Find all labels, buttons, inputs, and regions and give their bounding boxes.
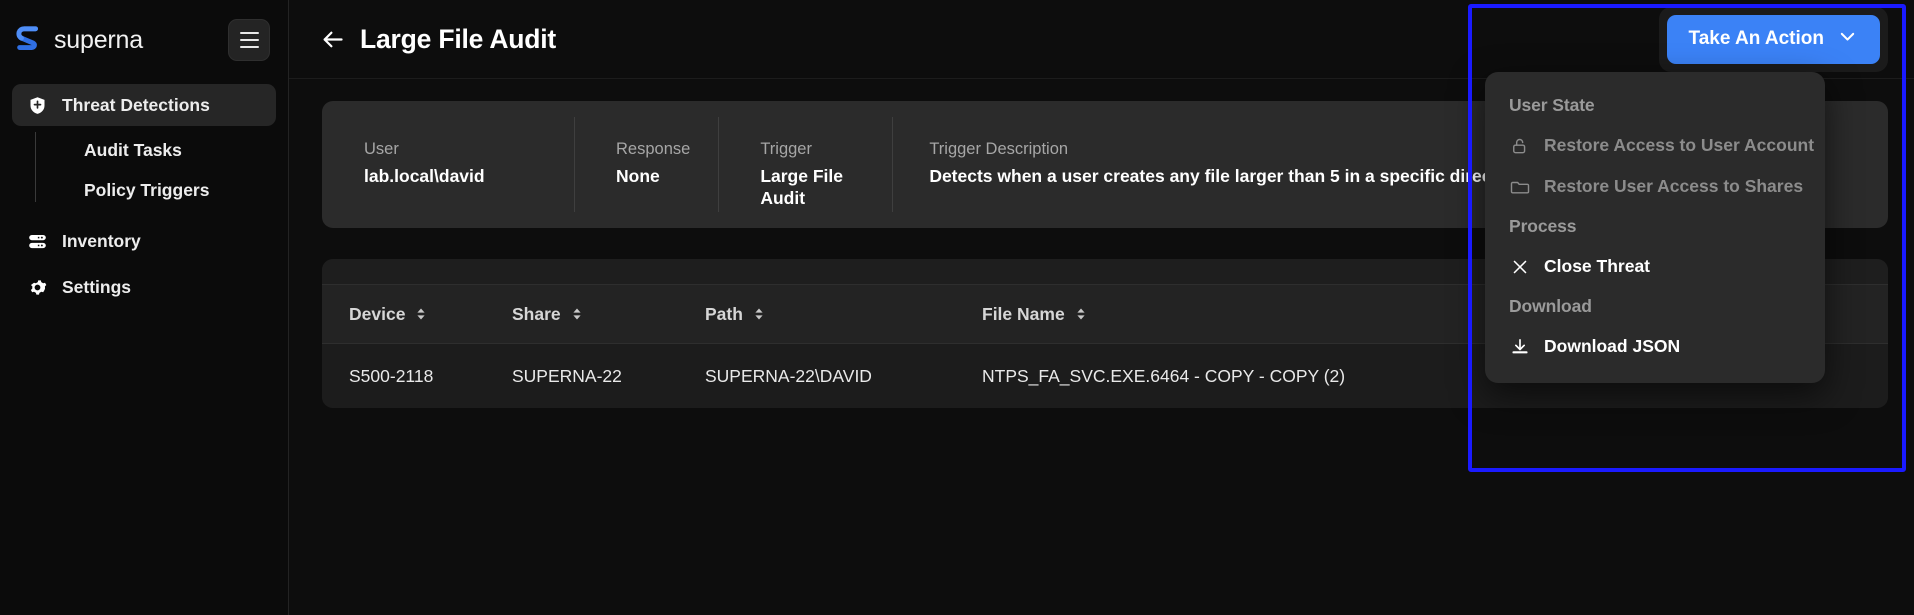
menu-item-restore-access-to-user-account[interactable]: Restore Access to User Account xyxy=(1485,125,1825,166)
sidebar-subitem-label: Audit Tasks xyxy=(84,139,182,160)
chevron-down-icon xyxy=(1837,26,1858,53)
column-header-device[interactable]: Device xyxy=(349,304,512,325)
sort-icon xyxy=(571,307,583,321)
shield-icon xyxy=(26,94,48,116)
column-label: File Name xyxy=(982,303,1065,324)
cell-share: SUPERNA-22 xyxy=(512,365,622,386)
action-button-container: Take An Action xyxy=(1658,6,1888,72)
server-icon xyxy=(26,230,48,252)
field-value: Large File Audit xyxy=(760,166,843,209)
download-icon xyxy=(1509,336,1530,357)
unlock-icon xyxy=(1509,135,1530,156)
summary-field-response: Response None xyxy=(574,101,718,228)
column-header-share[interactable]: Share xyxy=(512,304,705,325)
sidebar-item-policy-triggers[interactable]: Policy Triggers xyxy=(35,170,276,210)
sidebar: superna Threat Detections Audit Tasks Po… xyxy=(0,0,289,615)
take-an-action-button[interactable]: Take An Action xyxy=(1666,14,1880,64)
sort-icon xyxy=(1075,307,1087,321)
superna-logo-icon xyxy=(14,25,44,55)
folder-icon xyxy=(1509,176,1530,197)
brand-name: superna xyxy=(54,25,143,54)
sort-icon xyxy=(753,307,765,321)
sidebar-item-audit-tasks[interactable]: Audit Tasks xyxy=(35,130,276,170)
close-x-icon xyxy=(1509,256,1530,277)
sidebar-nav: Threat Detections Audit Tasks Policy Tri… xyxy=(0,80,288,308)
menu-item-close-threat[interactable]: Close Threat xyxy=(1485,246,1825,287)
column-label: Share xyxy=(512,303,561,324)
hamburger-icon-bar xyxy=(239,32,259,34)
menu-section-label-process: Process xyxy=(1509,216,1577,236)
sidebar-subitem-label: Policy Triggers xyxy=(84,179,210,200)
menu-section-label-user-state: User State xyxy=(1509,95,1595,115)
take-an-action-dropdown-menu: User State Restore Access to User Accoun… xyxy=(1485,72,1825,383)
gear-icon xyxy=(26,276,48,298)
hamburger-icon-bar xyxy=(239,46,259,48)
column-label: Device xyxy=(349,303,406,324)
field-label: Trigger xyxy=(760,140,812,158)
summary-field-trigger: Trigger Large File Audit xyxy=(718,101,892,228)
sort-icon xyxy=(415,307,427,321)
summary-field-user: User lab.local\david xyxy=(322,101,574,228)
sidebar-subnav: Audit Tasks Policy Triggers xyxy=(12,130,276,210)
field-value: lab.local\david xyxy=(364,166,485,186)
sidebar-item-label: Settings xyxy=(62,276,132,297)
app-window: superna Threat Detections Audit Tasks Po… xyxy=(0,0,1914,615)
menu-item-restore-user-access-to-shares[interactable]: Restore User Access to Shares xyxy=(1485,166,1825,207)
menu-item-label: Restore User Access to Shares xyxy=(1544,176,1804,196)
sidebar-item-label: Inventory xyxy=(62,230,141,251)
sidebar-item-label: Threat Detections xyxy=(62,94,210,115)
menu-item-label: Download JSON xyxy=(1544,336,1681,356)
menu-item-download-json[interactable]: Download JSON xyxy=(1485,326,1825,367)
cell-path: SUPERNA-22\DAVID xyxy=(705,365,872,386)
sidebar-item-threat-detections[interactable]: Threat Detections xyxy=(12,84,276,126)
cell-device: S500-2118 xyxy=(349,365,434,386)
menu-item-label: Restore Access to User Account xyxy=(1544,135,1815,155)
page-title: Large File Audit xyxy=(360,23,557,54)
back-arrow-icon[interactable] xyxy=(317,24,347,54)
field-label: User xyxy=(364,140,399,158)
column-header-path[interactable]: Path xyxy=(705,304,982,325)
field-label: Response xyxy=(616,140,691,158)
menu-section-label-download: Download xyxy=(1509,296,1592,316)
hamburger-icon-bar xyxy=(239,39,259,41)
sidebar-item-inventory[interactable]: Inventory xyxy=(12,220,276,262)
take-an-action-label: Take An Action xyxy=(1688,28,1824,49)
menu-item-label: Close Threat xyxy=(1544,256,1650,276)
page-header: Large File Audit Take An Action xyxy=(289,0,1914,79)
sidebar-item-settings[interactable]: Settings xyxy=(12,266,276,308)
column-label: Path xyxy=(705,303,743,324)
menu-toggle-button[interactable] xyxy=(228,19,270,61)
brand-row: superna xyxy=(0,0,288,80)
field-value: None xyxy=(616,166,660,186)
